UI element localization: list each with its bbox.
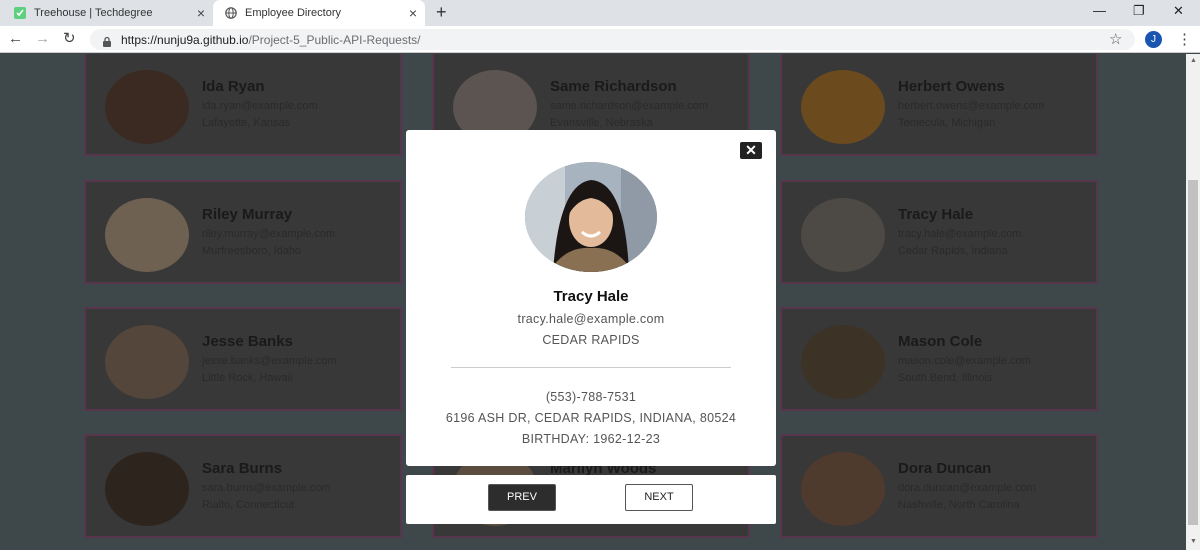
reload-icon[interactable]: ↻ [63,31,76,47]
treehouse-icon [14,7,26,19]
card-location: Cedar Rapids, Indiana [898,245,1008,257]
modal-close-button[interactable]: ✕ [740,142,762,159]
address-bar: ← → ↻ https://nunju9a.github.io/Project-… [0,26,1200,53]
modal-name: Tracy Hale [553,288,629,305]
employee-card[interactable]: Ida Ryan ida.ryan@example.com Lafayette,… [84,54,402,156]
card-location: Little Rock, Hawaii [202,372,293,384]
scroll-thumb[interactable] [1188,180,1198,525]
card-name: Sara Burns [202,460,283,477]
lock-icon [102,34,112,47]
scroll-down-icon[interactable]: ▼ [1190,538,1197,545]
employee-card[interactable]: Dora Duncan dora.duncan@example.com Nash… [780,434,1098,538]
employee-card[interactable]: Riley Murray riley.murray@example.com Mu… [84,180,402,284]
employee-card[interactable]: Mason Cole mason.cole@example.com South … [780,307,1098,411]
card-location: Murfreesboro, Idaho [202,245,302,257]
scroll-up-icon[interactable]: ▲ [1190,57,1197,64]
avatar [801,452,885,526]
card-name: Dora Duncan [898,460,992,477]
avatar [105,70,189,144]
card-location: South Bend, Illinois [898,372,993,384]
card-email: sara.burns@example.com [202,482,331,494]
url-host: https://nunju9a.github.io [121,33,249,47]
card-location: Nashville, North Carolina [898,499,1020,511]
modal-address: 6196 ASH DR, CEDAR RAPIDS, INDIANA, 8052… [445,411,737,425]
avatar [105,452,189,526]
card-email: ida.ryan@example.com [202,100,318,112]
close-tab-icon[interactable]: × [197,6,205,20]
page-scrollbar[interactable]: ▲ ▼ [1186,54,1200,550]
url-text: https://nunju9a.github.io/Project-5_Publ… [121,33,421,47]
profile-avatar[interactable]: J [1145,31,1162,48]
forward-icon[interactable]: → [35,31,50,47]
url-path: /Project-5_Public-API-Requests/ [248,33,421,47]
avatar [105,325,189,399]
close-window-icon[interactable]: ✕ [1173,3,1184,19]
avatar [801,70,885,144]
employee-card[interactable]: Jesse Banks jesse.banks@example.com Litt… [84,307,402,411]
tab-bar: Treehouse | Techdegree × Employee Direct… [0,0,1200,26]
card-email: herbert.owens@example.com [898,100,1045,112]
employee-card[interactable]: Herbert Owens herbert.owens@example.com … [780,54,1098,156]
globe-icon [225,7,237,19]
modal-divider [451,367,731,368]
close-tab-icon[interactable]: × [409,6,417,20]
card-email: riley.murray@example.com [202,228,336,240]
card-name: Riley Murray [202,206,293,223]
card-name: Ida Ryan [202,78,265,95]
card-email: tracy.hale@example.com [898,228,1022,240]
employee-modal: ✕ Tracy Hale tracy.hale@example.com CEDA… [406,130,776,466]
avatar [801,325,885,399]
modal-avatar [525,162,657,272]
card-name: Jesse Banks [202,333,293,350]
card-email: dora.duncan@example.com [898,482,1036,494]
modal-birthday: BIRTHDAY: 1962-12-23 [521,432,661,446]
tab-title: Treehouse | Techdegree [34,7,153,19]
modal-nav: PREV NEXT [406,475,776,524]
card-name: Same Richardson [550,78,677,95]
bookmark-star-icon[interactable]: ☆ [1109,30,1122,48]
card-name: Herbert Owens [898,78,1005,95]
avatar [105,198,189,272]
card-location: Evansville, Nebraska [550,117,653,129]
modal-email: tracy.hale@example.com [517,312,665,326]
modal-phone: (553)-788-7531 [545,390,637,404]
tab-treehouse[interactable]: Treehouse | Techdegree × [0,0,213,26]
card-location: Lafayette, Kansas [202,117,291,129]
card-name: Tracy Hale [898,206,974,223]
tab-title: Employee Directory [245,7,341,19]
minimize-icon[interactable]: — [1093,3,1106,18]
next-button[interactable]: NEXT [625,484,693,511]
avatar [801,198,885,272]
back-icon[interactable]: ← [8,31,23,47]
card-location: Temecula, Michigan [898,117,996,129]
employee-card[interactable]: Tracy Hale tracy.hale@example.com Cedar … [780,180,1098,284]
card-email: mason.cole@example.com [898,355,1031,367]
tab-employee-directory[interactable]: Employee Directory × [213,0,425,26]
prev-button[interactable]: PREV [488,484,556,511]
restore-icon[interactable]: ❐ [1133,3,1145,19]
card-email: same.richardson@example.com [550,100,708,112]
more-menu-icon[interactable]: ⋮ [1177,30,1192,48]
card-name: Mason Cole [898,333,983,350]
url-field[interactable]: https://nunju9a.github.io/Project-5_Publ… [90,29,1135,50]
employee-card[interactable]: Sara Burns sara.burns@example.com Rialto… [84,434,402,538]
card-location: Rialto, Connecticut [202,499,295,511]
new-tab-icon[interactable]: + [436,3,447,21]
modal-city: CEDAR RAPIDS [542,333,640,347]
card-email: jesse.banks@example.com [202,355,337,367]
